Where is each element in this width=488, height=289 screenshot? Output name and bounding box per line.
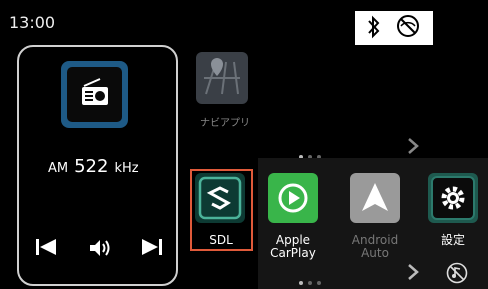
carplay-app-button[interactable] — [268, 173, 318, 223]
no-signal-icon — [397, 15, 419, 37]
next-page-arrow-icon[interactable] — [407, 263, 419, 281]
sdl-label: SDL — [209, 233, 233, 247]
frequency-unit: kHz — [114, 161, 139, 176]
android-auto-label: Android Auto — [351, 233, 399, 260]
radio-icon — [67, 67, 122, 122]
navi-app-button[interactable] — [196, 52, 248, 104]
sdl-app-button[interactable] — [195, 173, 245, 223]
page-dot — [299, 281, 303, 285]
next-page-arrow-icon[interactable] — [407, 137, 419, 155]
volume-icon[interactable] — [87, 237, 111, 259]
settings-label: 設定 — [440, 233, 465, 247]
carplay-label: Apple CarPlay — [270, 233, 316, 260]
navi-app-label: ナビアプリ — [200, 118, 250, 129]
android-auto-app-button[interactable] — [350, 173, 400, 223]
previous-icon[interactable] — [34, 236, 58, 258]
page-dot — [317, 281, 321, 285]
bluetooth-icon — [368, 15, 380, 39]
mute-music-icon[interactable] — [446, 262, 468, 284]
page-dot — [308, 281, 312, 285]
clock: 13:00 — [9, 13, 56, 32]
radio-band: AM — [48, 161, 69, 176]
settings-app-button[interactable] — [428, 173, 478, 223]
map-icon — [204, 58, 240, 95]
gear-icon — [431, 176, 475, 220]
next-icon[interactable] — [140, 236, 164, 258]
page-indicator-bottom — [299, 270, 326, 289]
radio-frequency: AM 522 kHz — [48, 156, 139, 177]
android-auto-icon — [362, 183, 388, 211]
sdl-icon — [198, 176, 242, 220]
frequency-value: 522 — [74, 156, 109, 177]
carplay-icon — [278, 183, 308, 213]
